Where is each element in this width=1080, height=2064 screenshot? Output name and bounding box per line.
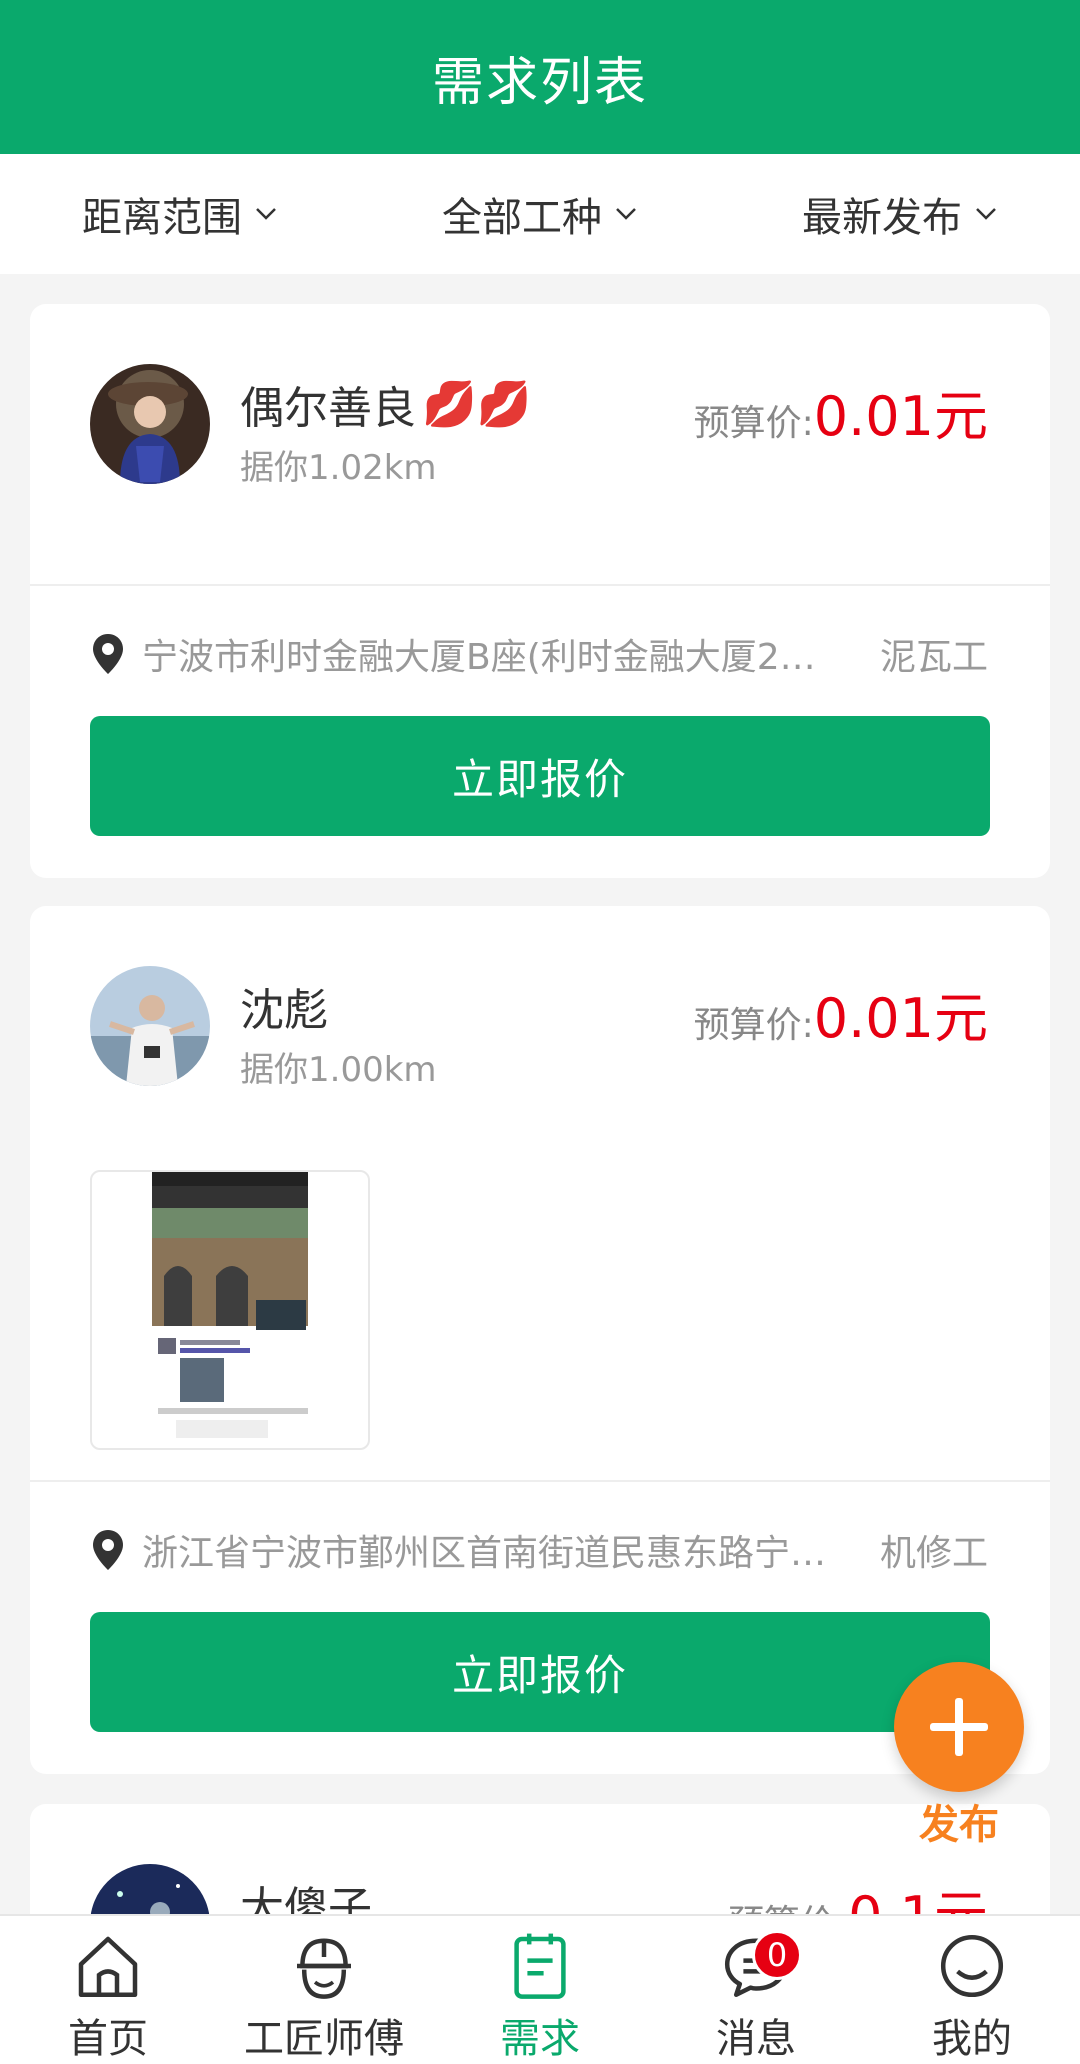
worker-helmet-icon [297, 1938, 351, 1999]
price-label: 预算价: [693, 1005, 814, 1046]
tab-label: 需求 [500, 2016, 580, 2062]
quote-button[interactable]: 立即报价 [90, 716, 990, 836]
filter-distance-label: 距离范围 [82, 195, 242, 241]
tab-label: 我的 [932, 2016, 1012, 2062]
budget-price: 预算价: 0.01元 [694, 974, 988, 1053]
location-row: 浙江省宁波市鄞州区首南街道民惠东路宁波... 机修工 [90, 1520, 988, 1580]
demand-card[interactable]: 偶尔善良 💋💋 据你1.02km 预算价: 0.01元 宁波市利时金融大厦B座(… [30, 304, 1050, 878]
address-text: 宁波市利时金融大厦B座(利时金融大厦2号)... [142, 637, 850, 678]
trade-type: 泥瓦工 [879, 637, 988, 678]
page-title: 需求列表 [431, 52, 648, 113]
bottom-tab-bar: 首页 工匠师傅 需求 消息 0 我的 [0, 1914, 1080, 2064]
filter-sort-label: 最新发布 [802, 195, 962, 241]
user-name-text: 沈彪 [240, 985, 328, 1036]
filter-bar: 距离范围 全部工种 最新发布 [0, 154, 1080, 274]
budget-price: 预算价: 0.01元 [694, 372, 988, 451]
address-text: 浙江省宁波市鄞州区首南街道民惠东路宁波... [142, 1533, 850, 1574]
avatar[interactable] [90, 364, 210, 484]
card-footer: 宁波市利时金融大厦B座(利时金融大厦2号)... 泥瓦工 立即报价 [30, 586, 1050, 878]
attachment-thumbnail[interactable] [90, 1170, 370, 1450]
unread-badge: 0 [752, 1930, 802, 1980]
tab-label: 消息 [716, 2016, 796, 2062]
card-header: 沈彪 据你1.00km 预算价: 0.01元 [30, 906, 1050, 1480]
user-name: 偶尔善良 💋💋 [240, 372, 532, 436]
avatar[interactable] [90, 966, 210, 1086]
publish-button[interactable] [894, 1662, 1024, 1792]
demand-card[interactable]: 沈彪 据你1.00km 预算价: 0.01元 浙江省宁波市鄞州区首南街道民惠东路… [30, 906, 1050, 1774]
location-pin-icon [93, 634, 123, 674]
filter-trade-label: 全部工种 [442, 195, 602, 241]
tab-label: 首页 [68, 2016, 148, 2062]
location-row: 宁波市利时金融大厦B座(利时金融大厦2号)... 泥瓦工 [90, 624, 988, 684]
trade-type: 机修工 [879, 1533, 988, 1574]
card-header: 偶尔善良 💋💋 据你1.02km 预算价: 0.01元 [30, 304, 1050, 584]
user-name-text: 偶尔善良 [240, 383, 416, 434]
filter-sort[interactable]: 最新发布 [720, 185, 1080, 243]
smiley-face-icon [940, 1934, 1004, 1998]
quote-button[interactable]: 立即报价 [90, 1612, 990, 1732]
user-distance: 据你1.02km [240, 448, 437, 488]
filter-distance[interactable]: 距离范围 [0, 185, 360, 243]
tab-craftsmen[interactable]: 工匠师傅 [216, 1916, 432, 2064]
tab-mine[interactable]: 我的 [864, 1916, 1080, 2064]
plus-icon [930, 1698, 988, 1756]
home-icon [78, 1936, 138, 1998]
user-name: 沈彪 [240, 974, 328, 1038]
tab-home[interactable]: 首页 [0, 1916, 216, 2064]
chevron-down-icon [616, 208, 636, 220]
tab-messages[interactable]: 消息 0 [648, 1916, 864, 2064]
price-value: 0.01元 [813, 987, 988, 1050]
location-pin-icon [93, 1530, 123, 1570]
price-value: 0.01元 [813, 385, 988, 448]
publish-label[interactable]: 发布 [919, 1792, 999, 1850]
price-label: 预算价: [693, 403, 814, 444]
chevron-down-icon [256, 208, 276, 220]
tab-label: 工匠师傅 [244, 2016, 404, 2062]
app-header: 需求列表 [0, 0, 1080, 154]
user-name-emoji: 💋💋 [422, 379, 532, 430]
filter-trade[interactable]: 全部工种 [360, 185, 720, 243]
tab-demands[interactable]: 需求 [432, 1916, 648, 2064]
chevron-down-icon [976, 208, 996, 220]
clipboard-icon [514, 1933, 566, 1999]
user-distance: 据你1.00km [240, 1050, 437, 1090]
